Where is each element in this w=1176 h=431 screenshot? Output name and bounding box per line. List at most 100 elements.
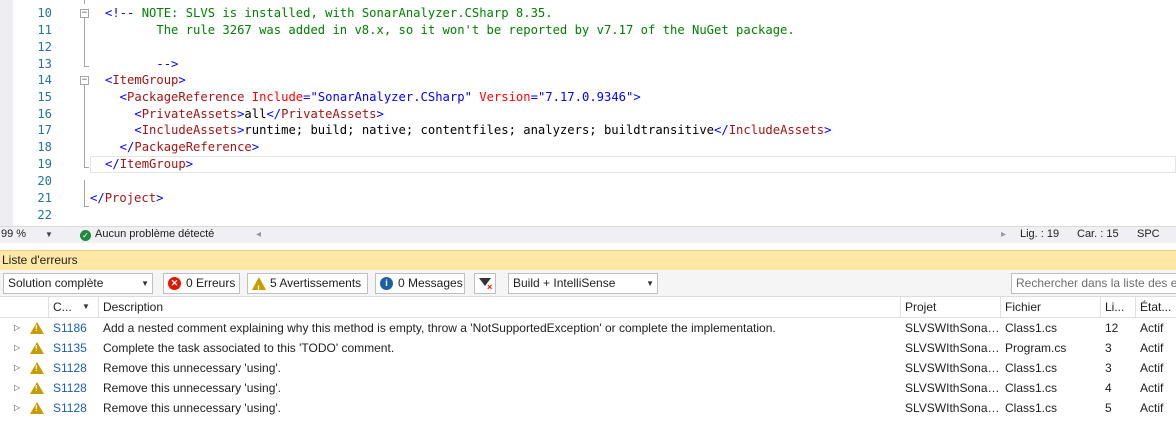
code-line[interactable]: 20 [0, 173, 1176, 190]
clear-filter-button[interactable]: × [474, 273, 496, 294]
cursor-line[interactable]: Lig. : 19 [1020, 227, 1059, 242]
code-line[interactable]: 18 </PackageReference> [0, 139, 1176, 156]
expand-icon[interactable]: ▷ [14, 338, 20, 358]
code-token: NOTE: SLVS is installed, with SonarAnaly… [134, 6, 553, 20]
row-state: Actif [1140, 381, 1164, 395]
code-token: > [178, 73, 186, 87]
rule-code-link[interactable]: S1128 [53, 398, 87, 418]
scroll-left-icon[interactable]: ◂ [256, 227, 261, 242]
code-line[interactable]: 15 <PackageReference Include="SonarAnaly… [0, 89, 1176, 106]
line-number: 18 [37, 140, 52, 154]
code-token: < [105, 123, 142, 137]
column-code-label: C... [53, 300, 72, 314]
collapse-icon[interactable]: − [80, 9, 89, 18]
column-state-label: État... [1140, 300, 1172, 314]
outline-guide [84, 180, 85, 206]
code-line[interactable]: 14 <ItemGroup> [0, 72, 1176, 89]
code-line[interactable]: 22 [0, 207, 1176, 224]
error-list-row[interactable]: ▷! S1186 Add a nested comment explaining w… [0, 318, 1176, 338]
error-list-toolbar: Solution complète ▼ ✕ 0 Erreurs ! 5 Aver… [0, 270, 1176, 297]
code-token: " [464, 90, 472, 104]
row-description: Remove this unnecessary 'using'. [103, 361, 282, 375]
row-line: 3 [1105, 341, 1112, 355]
cursor-column[interactable]: Car. : 15 [1077, 227, 1119, 242]
column-description-label: Description [103, 300, 164, 314]
code-editor[interactable]: 10 <!-- NOTE: SLVS is installed, with Son… [0, 0, 1176, 226]
code-token: > [251, 140, 260, 154]
code-token: > [156, 191, 164, 205]
messages-filter-button[interactable]: i 0 Messages [375, 273, 465, 294]
row-file: Class1.cs [1005, 321, 1058, 335]
rule-code-link[interactable]: S1128 [53, 378, 87, 398]
line-number: 15 [37, 90, 52, 104]
scroll-right-icon[interactable]: ▸ [1001, 227, 1006, 242]
row-project: SLVSWIthSonarN... [905, 341, 1002, 355]
expand-icon[interactable]: ▷ [14, 318, 20, 338]
expand-icon[interactable]: ▷ [14, 378, 20, 398]
row-description: Remove this unnecessary 'using'. [103, 401, 282, 415]
error-list-row[interactable]: ▷! S1128 Remove this unnecessary 'using'. S… [0, 358, 1176, 378]
messages-count: 0 Messages [398, 276, 463, 290]
rule-code-link[interactable]: S1128 [53, 358, 87, 378]
code-line[interactable]: 13 --> [0, 56, 1176, 73]
error-list-row[interactable]: ▷! S1128 Remove this unnecessary 'using'. S… [0, 378, 1176, 398]
column-code[interactable]: C... [48, 297, 98, 318]
code-text: The rule 3267 was added in v8.x, so it w… [105, 22, 794, 39]
code-text: <PrivateAssets>all</PrivateAssets> [105, 106, 384, 123]
chevron-down-icon: ▼ [646, 279, 654, 288]
expand-icon[interactable]: ▷ [14, 358, 20, 378]
error-list-row[interactable]: ▷! S1128 Remove this unnecessary 'using'. S… [0, 398, 1176, 418]
outline-guide [84, 18, 85, 66]
collapse-icon[interactable]: − [80, 76, 89, 85]
outline-guide [84, 167, 89, 168]
column-line[interactable]: Li... [1100, 297, 1135, 318]
warning-icon: ! [30, 322, 44, 334]
rule-code-link[interactable]: S1135 [53, 338, 87, 358]
code-text: </ItemGroup> [105, 156, 193, 173]
clear-x-icon: × [487, 282, 493, 292]
line-number: 11 [37, 23, 52, 37]
line-number: 20 [37, 174, 52, 188]
code-token: IncludeAssets [141, 123, 238, 137]
zoom-level: 99 % [1, 228, 27, 240]
column-description[interactable]: Description [98, 297, 900, 318]
column-project[interactable]: Projet [900, 297, 1000, 318]
outline-guide [84, 66, 89, 67]
errors-filter-button[interactable]: ✕ 0 Erreurs [163, 273, 240, 294]
code-line[interactable]: 19 </ItemGroup> [0, 156, 1176, 173]
warning-icon: ! [30, 342, 44, 354]
code-text: <ItemGroup> [105, 72, 186, 89]
build-mode-combo[interactable]: Build + IntelliSense ▼ [508, 273, 658, 294]
rule-code-link[interactable]: S1186 [53, 318, 87, 338]
warnings-filter-button[interactable]: ! 5 Avertissements [247, 273, 368, 294]
error-list-row[interactable]: ▷! S1135 Complete the task associated to t… [0, 338, 1176, 358]
sort-descending-icon[interactable]: ▼ [82, 297, 90, 317]
row-description: Complete the task associated to this 'TO… [103, 341, 395, 355]
row-file: Class1.cs [1005, 401, 1058, 415]
zoom-level-combo[interactable]: 99 % ▼ [0, 227, 56, 243]
code-line[interactable]: 21 </Project> [0, 190, 1176, 207]
whitespace-mode[interactable]: SPC [1137, 227, 1160, 242]
code-token: =" [530, 90, 546, 104]
code-line[interactable]: 10 <!-- NOTE: SLVS is installed, with Son… [0, 5, 1176, 22]
code-token: runtime; build; native; contentfiles; an… [244, 123, 715, 137]
issues-indicator[interactable]: ✓ Aucun problème détecté [80, 227, 214, 242]
row-project: SLVSWIthSonarN... [905, 361, 1002, 375]
column-state[interactable]: État... [1135, 297, 1176, 318]
code-token: < [105, 107, 142, 121]
column-file[interactable]: Fichier [1000, 297, 1100, 318]
row-line: 4 [1105, 381, 1112, 395]
warning-icon: ! [30, 362, 44, 374]
code-text: --> [105, 56, 178, 73]
row-project: SLVSWIthSonarN... [905, 381, 1002, 395]
code-token: =" [303, 90, 318, 104]
code-line[interactable]: 17 <IncludeAssets>runtime; build; native… [0, 122, 1176, 139]
code-line[interactable]: 16 <PrivateAssets>all</PrivateAssets> [0, 106, 1176, 123]
code-line[interactable]: 12 [0, 39, 1176, 56]
error-list-title[interactable]: Liste d'erreurs [0, 250, 1176, 270]
scope-combo[interactable]: Solution complète ▼ [3, 273, 153, 294]
code-line[interactable]: 11 The rule 3267 was added in v8.x, so i… [0, 22, 1176, 39]
editor-status-bar: 99 % ▼ ✓ Aucun problème détecté ◂ ▸ Lig. … [0, 226, 1176, 243]
error-list-search-input[interactable]: Rechercher dans la liste des erreurs [1011, 273, 1176, 294]
expand-icon[interactable]: ▷ [14, 398, 20, 418]
